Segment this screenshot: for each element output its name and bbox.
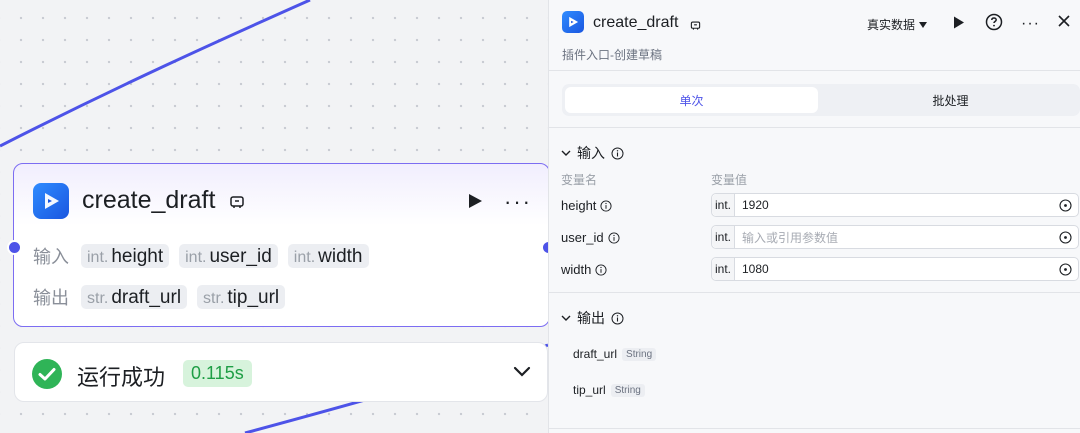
run-status-bar[interactable]: 运行成功 0.115s [14,342,548,402]
reference-icon[interactable] [1059,198,1072,212]
node-title: create_draft [82,186,216,214]
chevron-down-icon [561,150,571,156]
status-text: 运行成功 [77,365,166,390]
output-type-badge: String [622,347,657,361]
divider [549,127,1080,128]
input-section-title: 输入 [577,145,605,161]
workflow-canvas[interactable]: create_draft ··· 输入 int. height int. user_… [0,0,548,433]
output-type-badge: String [610,383,645,397]
panel-title: create_draft [593,14,679,31]
info-icon[interactable] [608,231,620,244]
var-name-height: height [561,198,612,213]
chevron-down-icon[interactable] [513,365,531,383]
divider [549,428,1080,429]
output-item: draft_url String [573,347,657,361]
chevron-down-icon [561,315,571,321]
height-value[interactable]: 1920 [742,198,1059,212]
close-icon[interactable] [1057,14,1071,33]
input-param-chip: int. width [287,244,369,268]
output-section-title: 输出 [577,310,605,326]
info-icon[interactable] [611,147,624,160]
node-test-panel: create_draft 插件入口-创建草稿 真实数据 ··· 单次 批处理 输… [548,0,1080,433]
plugin-node[interactable]: create_draft ··· 输入 int. height int. user_… [7,163,548,327]
plugin-badge-icon [690,18,701,36]
plugin-logo-icon [33,183,69,219]
info-icon[interactable] [600,199,612,212]
panel-subtitle: 插件入口-创建草稿 [562,48,662,62]
run-time-badge: 0.115s [183,360,252,387]
node-more-button[interactable]: ··· [504,191,532,213]
user-id-field[interactable]: int. 输入或引用参数值 [711,225,1079,249]
height-field[interactable]: int. 1920 [711,193,1079,217]
info-icon[interactable] [611,312,624,325]
type-tag: int. [712,194,735,216]
output-name: draft_url [573,347,618,361]
input-param-chip: int. user_id [179,244,278,268]
input-port[interactable] [7,240,22,255]
reference-icon[interactable] [1059,230,1072,244]
run-node-button[interactable] [466,192,484,215]
width-value[interactable]: 1080 [742,262,1059,276]
success-check-icon [31,358,63,395]
input-section-header[interactable]: 输入 [561,143,624,163]
help-icon[interactable] [985,13,1003,36]
divider [549,292,1080,293]
panel-more-button[interactable]: ··· [1021,15,1040,33]
output-label: 输出 [33,288,69,308]
output-item: tip_url String [573,383,645,397]
caret-down-icon [919,21,928,28]
data-mode-label: 真实数据 [867,18,916,32]
node-output-row: 输出 str. draft_url str. tip_url [33,284,286,310]
width-field[interactable]: int. 1080 [711,257,1079,281]
input-param-chip: int. height [81,244,170,268]
output-param-chip: str. tip_url [197,285,286,309]
tab-single[interactable]: 单次 [565,87,818,113]
plugin-badge-icon [229,194,245,215]
info-icon[interactable] [595,263,607,276]
output-port[interactable] [541,240,548,255]
output-section-header[interactable]: 输出 [561,308,624,328]
run-button[interactable] [953,16,965,34]
plugin-logo-icon [562,11,584,33]
type-tag: int. [712,226,735,248]
output-name: tip_url [573,383,606,397]
user-id-placeholder[interactable]: 输入或引用参数值 [742,229,1059,246]
column-header-value: 变量值 [711,173,748,187]
output-param-chip: str. draft_url [81,285,188,309]
data-mode-dropdown[interactable]: 真实数据 [867,16,928,33]
run-mode-tabs: 单次 批处理 [562,84,1080,116]
column-header-name: 变量名 [561,173,598,187]
input-label: 输入 [33,247,69,267]
var-name-width: width [561,262,607,277]
divider [549,70,1080,71]
type-tag: int. [712,258,735,280]
tab-batch[interactable]: 批处理 [824,87,1077,113]
reference-icon[interactable] [1059,262,1072,276]
node-input-row: 输入 int. height int. user_id int. width [33,243,369,269]
var-name-user-id: user_id [561,230,620,245]
